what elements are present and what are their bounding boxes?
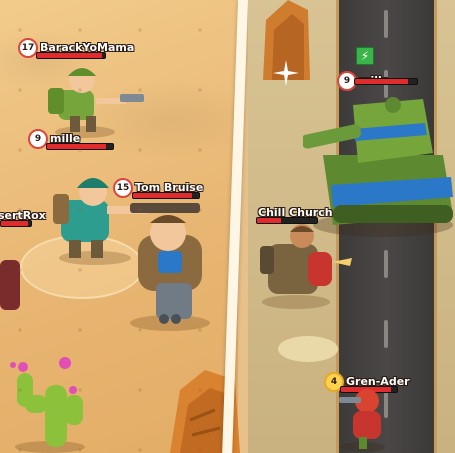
- heavy-gunner: [130, 203, 210, 331]
- health-bar: [0, 220, 32, 227]
- nameplate-player-1: 17 BarackYoMama: [18, 37, 134, 58]
- health-bar: [46, 143, 114, 150]
- nameplate-player-4: sertRox: [0, 205, 46, 224]
- player-name: Tom Bruise: [135, 181, 204, 194]
- lightning-bolt-icon: ⚡: [356, 47, 374, 65]
- game-scene: 17 BarackYoMama 9 mille sertRox 15 Tom B…: [0, 0, 455, 453]
- ability-ring: [20, 235, 144, 299]
- player-name: BarackYoMama: [40, 41, 135, 54]
- soldier-brown-coat: [260, 224, 352, 309]
- desert-arena: 17 BarackYoMama 9 mille sertRox 15 Tom B…: [0, 0, 240, 453]
- level-badge: 15: [113, 177, 133, 198]
- player-name: mille: [50, 132, 81, 145]
- level-badge: 9: [28, 128, 48, 149]
- smoke-cloud: [278, 336, 338, 362]
- nameplate-player-3: 15 Tom Bruise: [113, 177, 203, 198]
- player-name: sertRox: [0, 209, 46, 222]
- soldier-teal-helmet: [53, 178, 147, 265]
- health-bar: [132, 192, 200, 199]
- cactus: [10, 357, 85, 453]
- level-badge: 17: [18, 37, 38, 58]
- road-arena: ⚡ 9mille Chill Church: [248, 0, 455, 453]
- health-bar: [36, 52, 106, 59]
- soldier-green-helmet: [48, 67, 144, 138]
- soldier-partial: [0, 260, 20, 310]
- nameplate-player-2: 9 mille: [28, 128, 80, 149]
- sparkle-icon: [273, 60, 299, 86]
- tank: [303, 97, 453, 237]
- soldier-redhead: [339, 389, 385, 452]
- health-bar: [354, 78, 418, 85]
